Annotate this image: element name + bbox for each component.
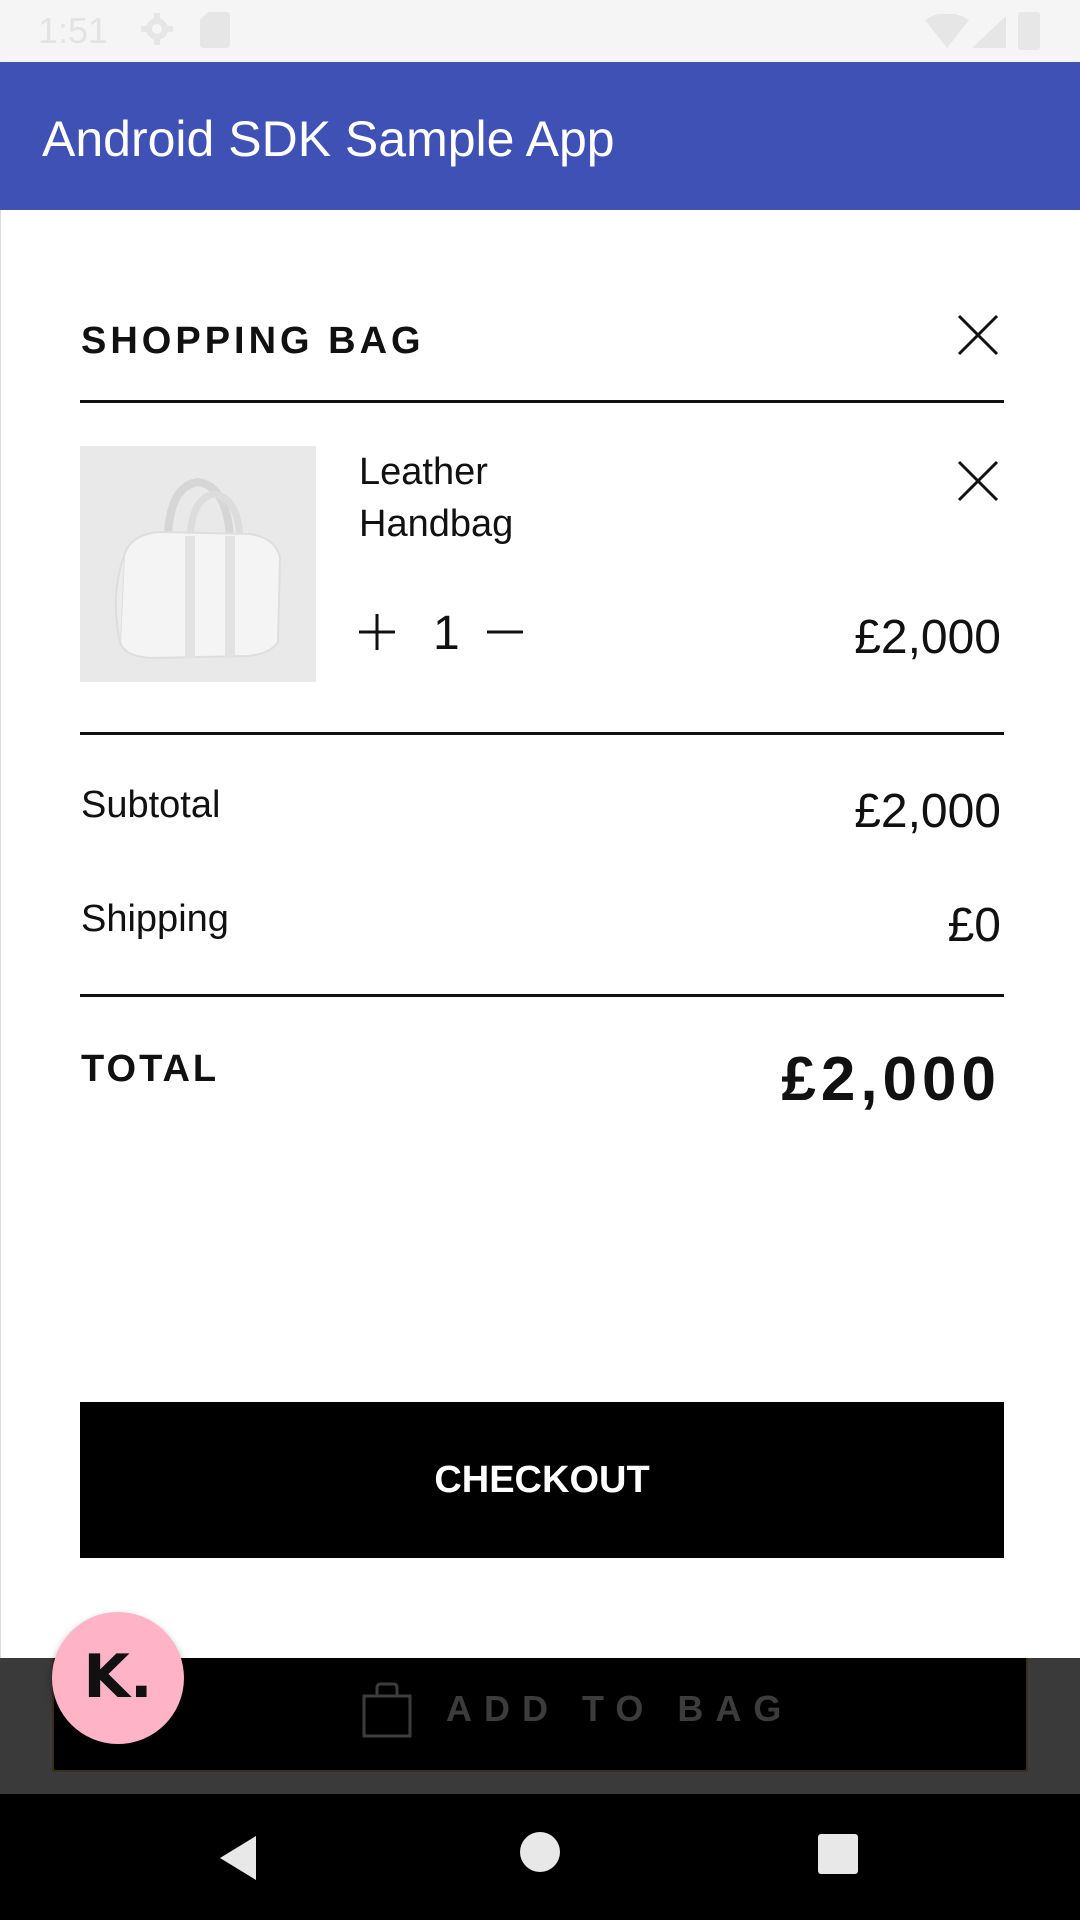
klarna-badge[interactable]: K.: [52, 1612, 184, 1744]
status-time: 1:51: [38, 10, 109, 51]
app-title: Android SDK Sample App: [42, 111, 615, 167]
remove-item-close-icon[interactable]: [953, 456, 1003, 506]
recents-icon[interactable]: [818, 1834, 858, 1874]
signal-icon: [972, 16, 1006, 48]
item-price: £2,000: [854, 611, 1001, 664]
klarna-logo: K.: [83, 1642, 153, 1712]
add-to-bag-label: ADD TO BAG: [446, 1688, 794, 1729]
product-name[interactable]: Leather Handbag: [359, 446, 639, 550]
handbag-image: [114, 477, 282, 660]
close-icon[interactable]: [953, 310, 1003, 360]
shipping-label: Shipping: [81, 898, 229, 940]
subtotal-value: £2,000: [854, 785, 1001, 838]
status-bar: 1:51: [0, 0, 1080, 62]
total-label: TOTAL: [81, 1048, 220, 1090]
app-bar: Android SDK Sample App: [0, 62, 1080, 210]
home-icon[interactable]: [520, 1832, 560, 1872]
wifi-icon: [925, 14, 969, 48]
shopping-bag-icon: [362, 1682, 412, 1738]
sd-card-icon: [200, 12, 230, 48]
gear-icon: [141, 13, 173, 45]
shopping-bag-sheet: SHOPPING BAG Leather Handbag 1 £2,000 Su…: [0, 210, 1080, 1658]
shipping-value: £0: [947, 899, 1001, 952]
battery-icon: [1018, 12, 1040, 50]
checkout-button[interactable]: CHECKOUT: [80, 1402, 1004, 1558]
product-image: [80, 446, 316, 682]
total-value: £2,000: [781, 1045, 1001, 1114]
bag-title: SHOPPING BAG: [81, 320, 425, 362]
minus-icon[interactable]: [485, 612, 525, 652]
add-to-bag-button[interactable]: ADD TO BAG: [52, 1640, 1028, 1772]
divider: [80, 994, 1004, 997]
navigation-bar: [0, 1794, 1080, 1920]
back-icon[interactable]: [216, 1834, 260, 1882]
divider: [80, 732, 1004, 735]
subtotal-label: Subtotal: [81, 784, 221, 826]
plus-icon[interactable]: [357, 612, 397, 652]
divider: [80, 400, 1004, 403]
quantity-value: 1: [433, 607, 460, 660]
